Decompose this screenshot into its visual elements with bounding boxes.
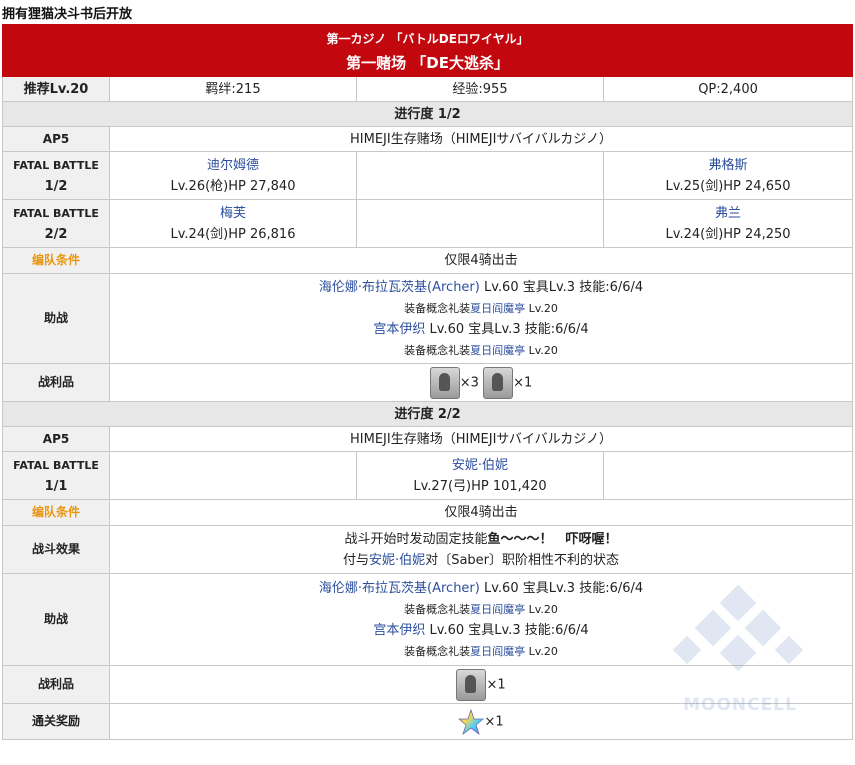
stage-2-support-list: 海伦娜·布拉瓦茨基(Archer) Lv.60 宝具Lv.3 技能:6/6/4 … <box>108 573 854 666</box>
battle-number: 2/2 <box>44 226 68 242</box>
enemy-stats: Lv.25(剑)HP 24,650 <box>665 178 791 194</box>
quest-table: 第一カジノ 「バトルDEロワイヤル」 第一赌场 「DE大逃杀」 推荐Lv.20 … <box>1 24 854 740</box>
enemy-link-anne-mary[interactable]: 安妮·伯妮 <box>361 455 599 476</box>
stage-2-support-label: 助战 <box>2 573 110 666</box>
effect-text: 战斗开始时发动固定技能 <box>344 531 488 547</box>
effect-text: 对〔Saber〕职阶相性不利的状态 <box>425 552 620 568</box>
ce-level: Lv.20 <box>525 602 558 616</box>
ce-level: Lv.20 <box>525 301 558 315</box>
stage-1-title: 进行度 1/2 <box>1 101 854 127</box>
effect-link-anne-mary[interactable]: 安妮·伯妮 <box>369 553 425 568</box>
exp-value: 经验:955 <box>356 76 604 102</box>
enemy-cell: 迪尔姆德 Lv.26(枪)HP 27,840 <box>109 151 357 200</box>
enemy-cell: 弗格斯 Lv.25(剑)HP 24,650 <box>602 151 854 200</box>
ce-prefix: 装备概念礼装 <box>404 602 471 616</box>
bond-value: 羁绊:215 <box>109 76 357 102</box>
enemy-stats: Lv.26(枪)HP 27,840 <box>170 178 296 194</box>
stage-1-location: HIMEJI生存赌场（HIMEJIサバイバルカジノ） <box>108 126 854 152</box>
ce-link[interactable]: 夏日阎魔亭 <box>470 302 525 315</box>
summary-row: 推荐Lv.20 羁绊:215 经验:955 QP:2,400 <box>2 76 854 102</box>
empty-enemy-cell <box>602 451 854 500</box>
stage-1-drops: ×3 ×1 <box>108 363 854 402</box>
enemy-link-diarmuid[interactable]: 迪尔姆德 <box>114 155 352 176</box>
enemy-stats: Lv.24(剑)HP 26,816 <box>170 226 296 242</box>
support-link-helena[interactable]: 海伦娜·布拉瓦茨基(Archer) <box>319 280 480 295</box>
drop-count: ×1 <box>513 375 533 390</box>
qp-value: QP:2,400 <box>602 76 854 102</box>
stage-1-ap: AP5 <box>2 126 110 152</box>
stage-1-battle-1-label: FATAL BATTLE 1/2 <box>2 151 110 200</box>
stage-2-drops-label: 战利品 <box>2 665 110 704</box>
battle-number: 1/2 <box>44 178 68 194</box>
recommended-level: 推荐Lv.20 <box>2 76 110 102</box>
support-stats: Lv.60 宝具Lv.3 技能:6/6/4 <box>479 580 644 596</box>
enemy-link-fergus[interactable]: 弗格斯 <box>608 155 848 176</box>
ce-level: Lv.20 <box>525 644 558 658</box>
enemy-stats: Lv.24(剑)HP 24,250 <box>665 226 791 242</box>
empty-enemy-cell <box>109 451 357 500</box>
battle-label: FATAL BATTLE <box>13 158 99 172</box>
effect-text: 付与 <box>343 552 370 568</box>
drop-count: ×3 <box>459 375 479 390</box>
battle-label: FATAL BATTLE <box>13 206 99 220</box>
stage-1-support-label: 助战 <box>2 273 110 364</box>
stage-1-formation-label: 编队条件 <box>2 247 110 274</box>
enemy-cell: 弗兰 Lv.24(剑)HP 24,250 <box>602 199 854 248</box>
stage-2-effect: 战斗开始时发动固定技能鱼～～～！ 吓呀喔！ 付与安妮·伯妮对〔Saber〕职阶相… <box>108 525 854 574</box>
support-link-iori[interactable]: 宫本伊织 <box>373 322 425 337</box>
stage-1-formation: 仅限4骑出击 <box>108 247 854 274</box>
quest-title-cn: 第一赌场 「DE大逃杀」 <box>346 54 509 72</box>
effect-skill-name: 鱼～～～！ 吓呀喔！ <box>487 531 618 547</box>
statue-item-icon[interactable] <box>429 366 460 399</box>
saint-quartz-icon[interactable] <box>458 708 485 735</box>
ce-prefix: 装备概念礼装 <box>404 343 471 357</box>
unlock-note: 拥有狸猫决斗书后开放 <box>2 7 133 22</box>
statue-item-icon[interactable] <box>456 668 487 701</box>
enemy-cell: 梅芙 Lv.24(剑)HP 26,816 <box>109 199 357 248</box>
ce-link[interactable]: 夏日阎魔亭 <box>470 645 525 658</box>
stage-1-battle-2-label: FATAL BATTLE 2/2 <box>2 199 110 248</box>
battle-number: 1/1 <box>44 478 68 494</box>
support-stats: Lv.60 宝具Lv.3 技能:6/6/4 <box>479 279 644 295</box>
stage-2-battle-label: FATAL BATTLE 1/1 <box>2 451 110 500</box>
stage-2-effect-label: 战斗效果 <box>2 525 110 574</box>
stage-1-support-list: 海伦娜·布拉瓦茨基(Archer) Lv.60 宝具Lv.3 技能:6/6/4 … <box>108 273 854 364</box>
support-link-iori[interactable]: 宫本伊织 <box>373 623 425 638</box>
support-stats: Lv.60 宝具Lv.3 技能:6/6/4 <box>425 622 589 638</box>
battle-label: FATAL BATTLE <box>13 458 99 472</box>
ce-level: Lv.20 <box>525 343 558 357</box>
clear-reward: ×1 <box>108 703 854 740</box>
stage-2-drops: ×1 <box>108 665 854 704</box>
support-stats: Lv.60 宝具Lv.3 技能:6/6/4 <box>425 321 589 337</box>
enemy-cell: 安妮·伯妮 Lv.27(弓)HP 101,420 <box>356 451 604 500</box>
enemy-stats: Lv.27(弓)HP 101,420 <box>413 478 547 494</box>
stage-1-drops-label: 战利品 <box>2 363 110 402</box>
reward-count: ×1 <box>484 714 504 729</box>
ce-prefix: 装备概念礼装 <box>404 644 471 658</box>
support-link-helena[interactable]: 海伦娜·布拉瓦茨基(Archer) <box>319 581 480 596</box>
quest-header: 第一カジノ 「バトルDEロワイヤル」 第一赌场 「DE大逃杀」 <box>1 24 854 77</box>
stage-2-title: 进行度 2/2 <box>1 401 854 427</box>
empty-enemy-cell <box>356 199 604 248</box>
clear-reward-label: 通关奖励 <box>2 703 110 740</box>
drop-count: ×1 <box>486 677 506 692</box>
stage-2-formation-label: 编队条件 <box>2 499 110 526</box>
empty-enemy-cell <box>356 151 604 200</box>
stage-2-ap: AP5 <box>2 426 110 452</box>
ce-prefix: 装备概念礼装 <box>404 301 471 315</box>
enemy-link-fran[interactable]: 弗兰 <box>608 203 848 224</box>
ce-link[interactable]: 夏日阎魔亭 <box>470 603 525 616</box>
ce-link[interactable]: 夏日阎魔亭 <box>470 344 525 357</box>
quest-title-jp: 第一カジノ 「バトルDEロワイヤル」 <box>326 32 529 46</box>
statue-item-icon[interactable] <box>483 366 514 399</box>
stage-2-formation: 仅限4骑出击 <box>108 499 854 526</box>
enemy-link-medb[interactable]: 梅芙 <box>114 203 352 224</box>
stage-2-location: HIMEJI生存赌场（HIMEJIサバイバルカジノ） <box>108 426 854 452</box>
